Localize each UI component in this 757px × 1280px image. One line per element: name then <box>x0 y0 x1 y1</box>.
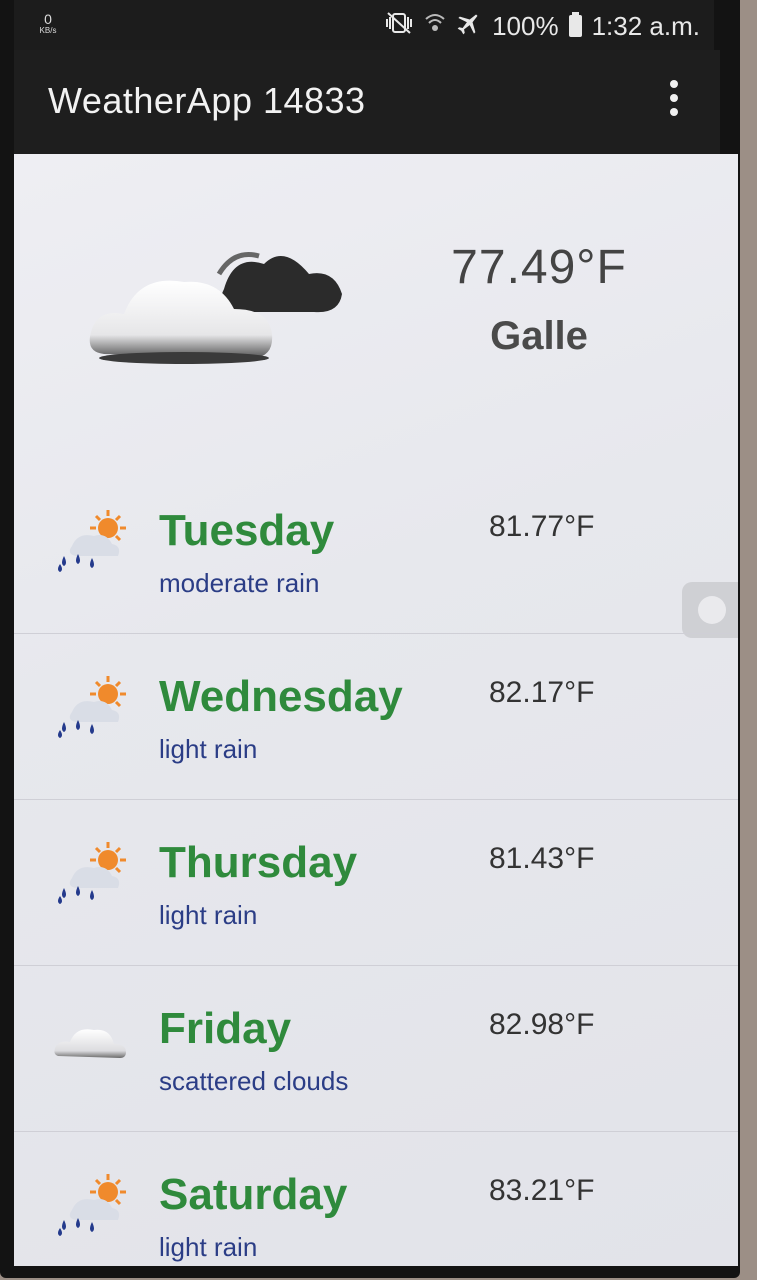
menu-dot <box>670 80 678 88</box>
cloud-icon <box>54 1029 126 1058</box>
battery-icon <box>568 12 582 37</box>
cloud-sun-icon <box>89 252 342 364</box>
current-temperature: 77.49°F <box>451 241 627 294</box>
forecast-day: Wednesday <box>159 672 403 721</box>
status-bar: 0 KB/s 100% 1:32 a.m. <box>14 0 714 50</box>
forecast-day: Thursday <box>159 838 358 887</box>
rain-sun-icon <box>58 842 126 904</box>
current-city: Galle <box>490 314 588 358</box>
forecast-description: light rain <box>159 734 258 764</box>
network-speed-unit: KB/s <box>39 26 57 35</box>
forecast-description: light rain <box>159 900 258 930</box>
app-bar: WeatherApp 14833 <box>14 50 720 154</box>
forecast-description: light rain <box>159 1232 258 1262</box>
forecast-list: Tuesday moderate rain 81.77°F Wednesday … <box>14 468 738 1266</box>
forecast-description: scattered clouds <box>159 1066 349 1096</box>
battery-percentage: 100% <box>492 10 559 41</box>
network-speed: 0 KB/s <box>28 12 68 35</box>
forecast-temperature: 82.17°F <box>489 676 595 709</box>
rain-sun-icon <box>58 1174 126 1236</box>
forecast-temperature: 81.77°F <box>489 510 595 543</box>
forecast-day: Friday <box>159 1004 292 1053</box>
forecast-row[interactable]: Thursday light rain 81.43°F <box>14 800 738 966</box>
forecast-day: Tuesday <box>159 506 335 555</box>
forecast-description: moderate rain <box>159 568 320 598</box>
overflow-menu-icon[interactable] <box>666 80 682 116</box>
forecast-row[interactable]: Friday scattered clouds 82.98°F <box>14 966 738 1132</box>
forecast-day: Saturday <box>159 1170 348 1219</box>
forecast-row[interactable]: Wednesday light rain 82.17°F <box>14 634 738 800</box>
wifi-icon <box>424 11 446 42</box>
main-content: 77.49°F Galle Tuesday moderate rain 81.7… <box>14 154 738 1266</box>
forecast-row[interactable]: Tuesday moderate rain 81.77°F <box>14 468 738 634</box>
menu-dot <box>670 94 678 102</box>
forecast-row[interactable]: Saturday light rain 83.21°F <box>14 1132 738 1266</box>
rain-sun-icon <box>58 510 126 572</box>
rain-sun-icon <box>58 676 126 738</box>
app-title: WeatherApp 14833 <box>48 80 366 121</box>
vibrate-mute-icon <box>384 11 414 42</box>
menu-dot <box>670 108 678 116</box>
forecast-temperature: 81.43°F <box>489 842 595 875</box>
clock: 1:32 a.m. <box>591 10 700 41</box>
forecast-temperature: 82.98°F <box>489 1008 595 1041</box>
forecast-temperature: 83.21°F <box>489 1174 595 1207</box>
status-icons: 100% 1:32 a.m. <box>384 8 700 44</box>
network-speed-value: 0 <box>44 11 52 27</box>
airplane-mode-icon <box>456 10 482 43</box>
